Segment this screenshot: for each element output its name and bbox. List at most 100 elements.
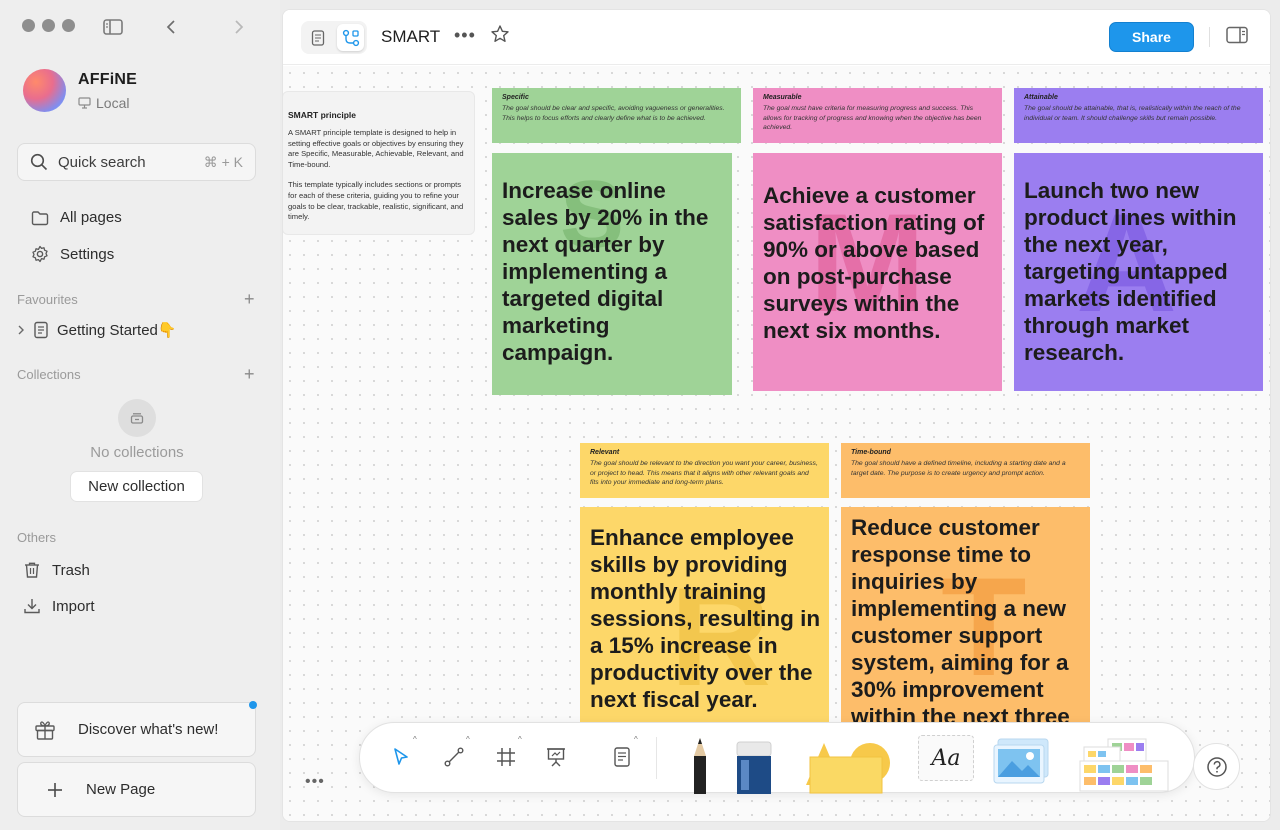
connector-tool-icon[interactable] [438,741,470,773]
page-icon [34,321,48,339]
favourite-item-label: Getting Started👇 [57,322,177,339]
edgeless-canvas[interactable]: SMART principle A SMART principle templa… [283,66,1270,821]
workspace-avatar [23,69,66,112]
discover-whats-new-button[interactable]: Discover what's new! [17,702,256,757]
nav-trash[interactable]: Trash [23,561,90,579]
measurable-description-card[interactable]: Measurable The goal must have criteria f… [753,88,1002,143]
main-editor: SMART ••• Share SMART principle A SMART … [282,9,1271,822]
principle-title: SMART principle [288,110,357,120]
favourite-item-getting-started[interactable]: Getting Started👇 [17,321,177,339]
goal-text: Enhance employee skills by providing mon… [590,525,821,712]
eraser-tool-icon[interactable] [733,740,775,799]
nav-import[interactable]: Import [23,597,95,615]
select-tool-caret-icon[interactable]: ^ [413,735,417,744]
criterion-title: Specific [502,94,529,101]
edgeless-mode-button[interactable] [337,24,364,51]
nav-settings-label: Settings [60,245,115,263]
back-arrow-icon[interactable] [160,16,182,38]
specific-goal-card[interactable]: S Increase online sales by 20% in the ne… [492,153,732,395]
nav-all-pages[interactable]: All pages [31,209,122,226]
template-tool-icon[interactable] [1078,737,1170,798]
smart-principle-note[interactable]: SMART principle A SMART principle templa… [283,91,475,235]
nav-all-pages-label: All pages [60,209,122,226]
sidebar-toggle-icon[interactable] [102,16,124,38]
window-zoom-button[interactable] [62,19,75,32]
trash-icon [25,562,39,578]
criterion-text: The goal should have a defined timeline,… [851,460,1066,477]
share-button[interactable]: Share [1109,22,1194,52]
criterion-text: The goal must have criteria for measurin… [763,105,982,131]
nav-import-label: Import [52,597,95,615]
attainable-goal-card[interactable]: A Launch two new product lines within th… [1014,153,1263,391]
notification-dot [249,701,257,709]
text-tool-icon[interactable]: Aa [918,735,974,781]
nav-settings[interactable]: Settings [31,245,114,263]
new-page-label: New Page [86,781,156,798]
right-sidebar-toggle-icon[interactable] [1226,26,1248,49]
discover-label: Discover what's new! [78,721,219,738]
connector-tool-caret-icon[interactable]: ^ [466,735,470,744]
page-title[interactable]: SMART [381,27,440,47]
folder-icon [31,210,49,225]
quick-search-shortcut: ⌘ + K [203,153,243,170]
page-mode-button[interactable] [304,24,331,51]
criterion-title: Time-bound [851,449,891,456]
more-options-icon[interactable]: ••• [454,25,476,46]
measurable-goal-card[interactable]: M Achieve a customer satisfaction rating… [753,153,1002,391]
criterion-text: The goal should be clear and specific, a… [502,105,725,122]
note-tool-icon[interactable] [606,741,638,773]
chevron-right-icon[interactable] [17,325,25,335]
others-heading: Others [17,530,57,545]
gear-icon [32,245,48,263]
add-favourite-icon[interactable]: + [244,290,255,308]
header-divider [1209,27,1210,47]
principle-paragraph-2: This template typically includes section… [288,180,464,222]
edgeless-mode-icon [342,29,359,46]
frame-tool-caret-icon[interactable]: ^ [518,735,522,744]
quick-search-label: Quick search [58,153,146,171]
criterion-title: Relevant [590,449,620,456]
gift-icon [35,720,55,740]
workspace-storage: Local [78,95,137,111]
attainable-description-card[interactable]: Attainable The goal should be attainable… [1014,88,1263,143]
relevant-description-card[interactable]: Relevant The goal should be relevant to … [580,443,829,498]
forward-arrow-icon[interactable] [228,16,250,38]
workspace-switcher[interactable]: AFFiNE Local [23,69,137,112]
page-mode-icon [311,29,324,46]
frame-tool-icon[interactable] [490,741,522,773]
add-collection-icon[interactable]: + [244,365,255,383]
pen-tool-icon[interactable] [685,736,715,799]
note-tool-caret-icon[interactable]: ^ [634,735,638,744]
plus-icon [48,782,62,797]
favourites-heading: Favourites [17,292,78,307]
goal-text: Achieve a customer satisfaction rating o… [763,183,985,343]
no-collections-text: No collections [90,444,184,461]
presentation-tool-icon[interactable] [540,741,572,773]
favourite-star-icon[interactable] [490,24,510,49]
criterion-text: The goal should be attainable, that is, … [1024,105,1241,122]
time-bound-description-card[interactable]: Time-bound The goal should have a define… [841,443,1090,498]
new-collection-button[interactable]: New collection [70,471,203,502]
goal-text: Launch two new product lines within the … [1024,178,1237,365]
new-page-button[interactable]: New Page [17,762,256,817]
editor-mode-switch [301,21,367,54]
more-tools-icon[interactable]: ••• [305,773,325,791]
import-icon [24,599,40,614]
goal-text: Increase online sales by 20% in the next… [502,178,709,365]
goal-text: Reduce customer response time to inquiri… [851,515,1070,729]
specific-description-card[interactable]: Specific The goal should be clear and sp… [492,88,741,143]
shape-tool-icon[interactable] [802,737,894,800]
toolbar-divider [656,737,657,779]
window-minimize-button[interactable] [42,19,55,32]
image-tool-icon[interactable] [992,737,1050,790]
quick-search-button[interactable]: Quick search ⌘ + K [17,143,256,181]
workspace-storage-label: Local [96,94,130,111]
select-tool-icon[interactable] [385,741,417,773]
nav-trash-label: Trash [52,561,90,579]
window-close-button[interactable] [22,19,35,32]
help-icon [1206,756,1227,777]
help-button[interactable] [1193,743,1240,790]
edgeless-toolbar: ^ ^ ^ ^ Aa [359,722,1195,794]
local-storage-icon [78,96,91,109]
criterion-title: Measurable [763,94,802,101]
